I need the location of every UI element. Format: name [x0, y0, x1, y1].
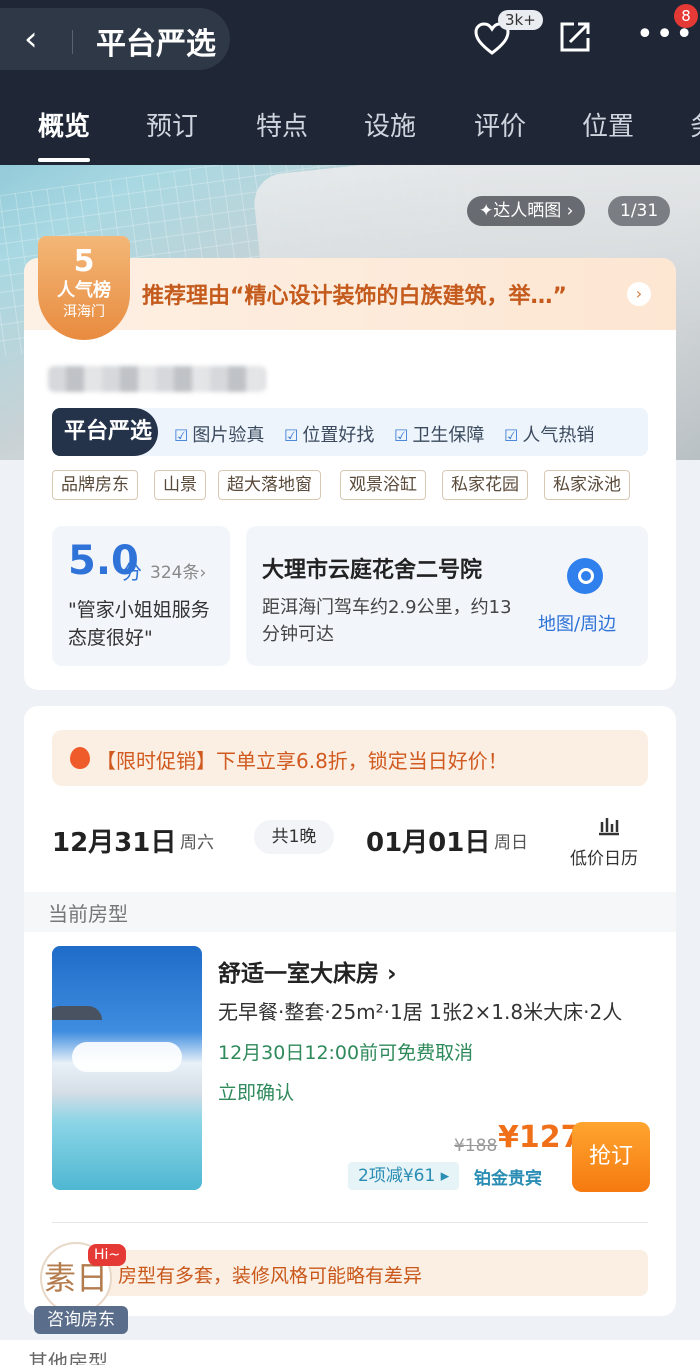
booking-card: 【限时促销】下单立享6.8折，锁定当日好价！ 12月31日 周六 共1晚 01月… — [24, 706, 676, 1316]
rank-label: 人气榜 — [57, 280, 111, 301]
room-notice-text: 房型有多套，装修风格可能略有差异 — [118, 1265, 423, 1287]
umbrella-shape — [52, 1006, 102, 1020]
separator — [72, 30, 73, 54]
top-bar: ‹ 平台严选 3k+ ••• 8 概览 预订 特点 设施 评价 位置 务 — [0, 0, 700, 165]
check-icon: ☑ — [174, 426, 189, 445]
section-tabs: 概览 预订 特点 设施 评价 位置 务 — [0, 108, 700, 162]
check-icon: ☑ — [394, 426, 409, 445]
notification-badge: 8 — [674, 4, 698, 28]
platform-guarantee-row[interactable]: 平台严选 ☑ 图片验真 ☑ 位置好找 ☑ 卫生保障 ☑ 人气热销 — [52, 408, 648, 456]
guarantee-item: ☑ 人气热销 — [504, 425, 595, 446]
hi-badge: Hi~ — [88, 1244, 127, 1266]
tab-facilities[interactable]: 设施 — [364, 108, 416, 146]
fire-icon — [70, 747, 90, 769]
feature-tag: 山景 — [154, 470, 206, 500]
guarantee-item: ☑ 图片验真 — [174, 425, 265, 446]
tab-overview[interactable]: 概览 — [38, 108, 90, 146]
tab-reviews[interactable]: 评价 — [474, 108, 526, 146]
tab-booking[interactable]: 预订 — [146, 108, 198, 146]
active-tab-indicator — [38, 158, 90, 162]
book-button[interactable]: 抢订 — [572, 1122, 650, 1192]
blurred-property-name — [48, 366, 266, 392]
check-icon: ☑ — [284, 426, 299, 445]
popularity-rank-badge: 5 人气榜 洱海门 — [38, 236, 130, 340]
rating-unit: 分 — [122, 560, 142, 584]
room-photo[interactable] — [52, 946, 202, 1190]
distance-description: 距洱海门驾车约2.9公里，约13分钟可达 — [262, 597, 512, 645]
feature-tag: 私家花园 — [442, 470, 528, 500]
rank-number: 5 — [73, 244, 95, 279]
overview-card: 推荐理由“精心设计装饰的白族建筑，举…” › 平台严选 ☑ 图片验真 ☑ 位置好找 … — [24, 258, 676, 690]
brand-title: 平台严选 — [96, 27, 216, 62]
property-address: 大理市云庭花舍二号院 — [262, 558, 483, 583]
contact-host-label: 咨询房东 — [34, 1306, 128, 1334]
price-calendar-icon[interactable] — [596, 810, 622, 836]
other-rooms-section: 其他房型 — [0, 1340, 700, 1365]
platform-logo: 平台严选 — [52, 408, 158, 456]
check-in-weekday: 周六 — [180, 833, 214, 853]
favorites-count: 3k+ — [498, 10, 543, 30]
rating-box[interactable]: 5.0 分 324条› "管家小姐姐服务态度很好" — [52, 526, 230, 666]
instant-confirm: 立即确认 — [218, 1082, 295, 1104]
room-type-name[interactable]: 舒适一室大床房 › — [218, 954, 397, 988]
room-notice: 房型有多套，装修风格可能略有差异 — [52, 1250, 648, 1296]
original-price: ¥188 — [454, 1136, 498, 1156]
tab-location[interactable]: 位置 — [582, 108, 634, 146]
tab-more[interactable]: 务 — [690, 108, 700, 146]
chevron-right-icon[interactable]: › — [627, 282, 651, 306]
check-icon: ☑ — [504, 426, 519, 445]
feature-tag: 私家泳池 — [544, 470, 630, 500]
check-out-weekday: 周日 — [494, 833, 528, 853]
promo-banner[interactable]: 【限时促销】下单立享6.8折，锁定当日好价！ — [52, 730, 648, 786]
discount-badge[interactable]: 2项减¥61 ▸ — [348, 1162, 460, 1190]
nights-count: 共1晚 — [254, 820, 334, 854]
price-calendar-link[interactable]: 低价日历 — [570, 844, 638, 869]
guarantee-item: ☑ 位置好找 — [284, 425, 375, 446]
back-arrow-icon[interactable]: ‹ — [24, 22, 38, 56]
back-pill: ‹ 平台严选 — [0, 8, 230, 70]
contact-host-button[interactable]: 素日 Hi~ 咨询房东 — [34, 1242, 128, 1336]
check-in-date[interactable]: 12月31日 — [52, 822, 176, 859]
guarantee-item: ☑ 卫生保障 — [394, 425, 485, 446]
influencer-photos-button[interactable]: ✦达人晒图 › — [467, 196, 586, 226]
review-quote: "管家小姐姐服务态度很好" — [68, 599, 210, 649]
cloud-shape — [72, 1042, 182, 1072]
feature-tag: 品牌房东 — [52, 470, 138, 500]
other-rooms-label: 其他房型 — [28, 1350, 108, 1365]
room-specs: 无早餐·整套·25m²·1居 1张2×1.8米大床·2人 — [218, 1000, 623, 1024]
cancel-policy: 12月30日12:00前可免费取消 — [218, 1042, 474, 1064]
member-tier: 铂金贵宾 — [474, 1169, 542, 1189]
current-price: ¥127 — [498, 1120, 582, 1155]
map-link[interactable]: 地图/周边 — [538, 610, 616, 636]
tab-features[interactable]: 特点 — [256, 108, 308, 146]
recommend-reason-text: 推荐理由“精心设计装饰的白族建筑，举…” — [142, 284, 567, 309]
feature-tag: 超大落地窗 — [218, 470, 321, 500]
share-icon[interactable] — [556, 18, 594, 56]
current-room-header: 当前房型 — [24, 892, 676, 932]
feature-tag: 观景浴缸 — [340, 470, 426, 500]
location-box[interactable]: 大理市云庭花舍二号院 距洱海门驾车约2.9公里，约13分钟可达 地图/周边 — [246, 526, 648, 666]
rank-area: 洱海门 — [63, 304, 105, 320]
map-pin-icon[interactable] — [567, 558, 603, 594]
check-out-date[interactable]: 01月01日 — [366, 822, 490, 859]
divider — [52, 1222, 648, 1223]
current-room-label: 当前房型 — [48, 902, 128, 926]
photo-counter: 1/31 — [608, 196, 671, 226]
review-count: 324条› — [150, 563, 207, 583]
promo-text: 【限时促销】下单立享6.8折，锁定当日好价！ — [96, 749, 508, 773]
